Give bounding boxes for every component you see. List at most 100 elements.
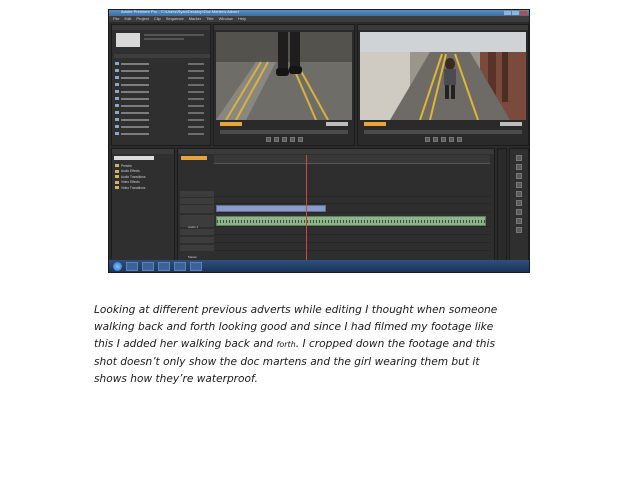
track-video-2[interactable]: Video 2: [180, 198, 490, 212]
sequence-tab[interactable]: [178, 149, 494, 154]
minimize-icon[interactable]: [504, 11, 511, 15]
list-item[interactable]: [115, 95, 210, 102]
step-forward-icon[interactable]: [281, 137, 287, 142]
list-item[interactable]: [115, 116, 210, 123]
file-icon: [115, 104, 119, 107]
taskbar-media-icon[interactable]: [158, 261, 170, 271]
file-icon: [115, 118, 119, 121]
effects-search-input[interactable]: [114, 156, 154, 160]
menu-file[interactable]: File: [113, 16, 119, 22]
track-master[interactable]: Master: [180, 245, 490, 259]
play-icon[interactable]: [273, 137, 279, 142]
taskbar-premiere-icon[interactable]: [190, 261, 202, 271]
project-panel: [111, 24, 211, 146]
pen-icon[interactable]: [516, 209, 522, 215]
taskbar-ie-icon[interactable]: [126, 261, 138, 271]
lift-icon[interactable]: [448, 137, 454, 142]
ripple-edit-icon[interactable]: [516, 173, 522, 179]
menu-marker[interactable]: Marker: [189, 16, 201, 22]
selection-tool-icon[interactable]: [516, 155, 522, 161]
razor-icon[interactable]: [516, 191, 522, 197]
window-title: Adobe Premiere Pro - C:\Users\Ryan\Deskt…: [121, 9, 239, 14]
effects-item-video-transitions[interactable]: Video Transitions: [115, 185, 145, 191]
project-info-line: [144, 34, 204, 36]
close-icon[interactable]: [520, 11, 527, 15]
file-icon: [115, 125, 119, 128]
program-video-frame: [360, 32, 526, 120]
insert-icon[interactable]: [289, 137, 295, 142]
timeline-timecode[interactable]: [181, 156, 207, 160]
playhead[interactable]: [306, 155, 307, 265]
list-item[interactable]: [115, 123, 210, 130]
project-info-line: [144, 38, 184, 40]
file-icon: [115, 69, 119, 72]
play-icon[interactable]: [432, 137, 438, 142]
taskbar-app-icon[interactable]: [174, 261, 186, 271]
track-select-icon[interactable]: [516, 164, 522, 170]
menu-sequence[interactable]: Sequence: [166, 16, 184, 22]
audio-clip[interactable]: [216, 216, 486, 226]
list-item[interactable]: [115, 81, 210, 88]
list-item[interactable]: [115, 74, 210, 81]
list-item[interactable]: [115, 102, 210, 109]
slip-icon[interactable]: [516, 200, 522, 206]
audio-meter: [497, 148, 507, 268]
menu-clip[interactable]: Clip: [154, 16, 161, 22]
folder-icon: [115, 180, 119, 184]
track-audio-3[interactable]: Audio 3: [180, 237, 490, 251]
start-button-icon[interactable]: [113, 261, 122, 271]
track-audio-2[interactable]: Audio 2: [180, 229, 490, 243]
track-video-3[interactable]: Video 3: [180, 191, 490, 205]
list-item[interactable]: [115, 67, 210, 74]
timeline-ruler[interactable]: [214, 155, 490, 164]
list-item[interactable]: [115, 88, 210, 95]
source-frame-image: [216, 32, 352, 120]
source-timecode[interactable]: [220, 122, 242, 126]
step-back-icon[interactable]: [265, 137, 271, 142]
folder-icon: [115, 169, 119, 173]
project-column-headers[interactable]: [114, 54, 210, 58]
menubar: File Edit Project Clip Sequence Marker T…: [109, 16, 529, 22]
project-tab[interactable]: [112, 25, 210, 30]
effects-list: Presets Audio Effects Audio Transitions …: [115, 163, 145, 191]
program-timecode[interactable]: [364, 122, 386, 126]
menu-window[interactable]: Window: [219, 16, 233, 22]
source-video-frame: [216, 32, 352, 120]
menu-help[interactable]: Help: [238, 16, 246, 22]
file-icon: [115, 111, 119, 114]
list-item[interactable]: [115, 60, 210, 67]
maximize-icon[interactable]: [512, 11, 519, 15]
program-monitor: [357, 24, 529, 146]
effects-panel: Presets Audio Effects Audio Transitions …: [111, 148, 175, 268]
video-clip[interactable]: [216, 205, 326, 212]
source-duration: [326, 122, 348, 126]
overlay-icon[interactable]: [297, 137, 303, 142]
caption-text: Looking at different previous adverts wh…: [94, 304, 498, 385]
project-file-list: [115, 60, 210, 137]
window-controls[interactable]: [504, 11, 527, 15]
menu-edit[interactable]: Edit: [124, 16, 131, 22]
list-item[interactable]: [115, 109, 210, 116]
windows-taskbar: [109, 260, 529, 272]
menu-title[interactable]: Title: [206, 16, 213, 22]
step-forward-icon[interactable]: [440, 137, 446, 142]
step-back-icon[interactable]: [424, 137, 430, 142]
zoom-icon[interactable]: [516, 227, 522, 233]
rolling-edit-icon[interactable]: [516, 182, 522, 188]
taskbar-explorer-icon[interactable]: [142, 261, 154, 271]
program-frame-image: [360, 32, 526, 120]
file-icon: [115, 76, 119, 79]
source-monitor-tab[interactable]: [214, 25, 354, 30]
folder-icon: [115, 186, 119, 190]
hand-icon[interactable]: [516, 218, 522, 224]
tools-panel: [509, 148, 529, 268]
extract-icon[interactable]: [456, 137, 462, 142]
program-monitor-tab[interactable]: [358, 25, 528, 30]
timeline-panel: Video 3 Video 2 Video 1 Audio 1 Audio 2 …: [177, 148, 495, 268]
menu-project[interactable]: Project: [136, 16, 148, 22]
source-scrubber[interactable]: [220, 130, 348, 134]
file-icon: [115, 83, 119, 86]
list-item[interactable]: [115, 130, 210, 137]
program-scrubber[interactable]: [364, 130, 522, 134]
effects-tab[interactable]: [112, 149, 174, 154]
